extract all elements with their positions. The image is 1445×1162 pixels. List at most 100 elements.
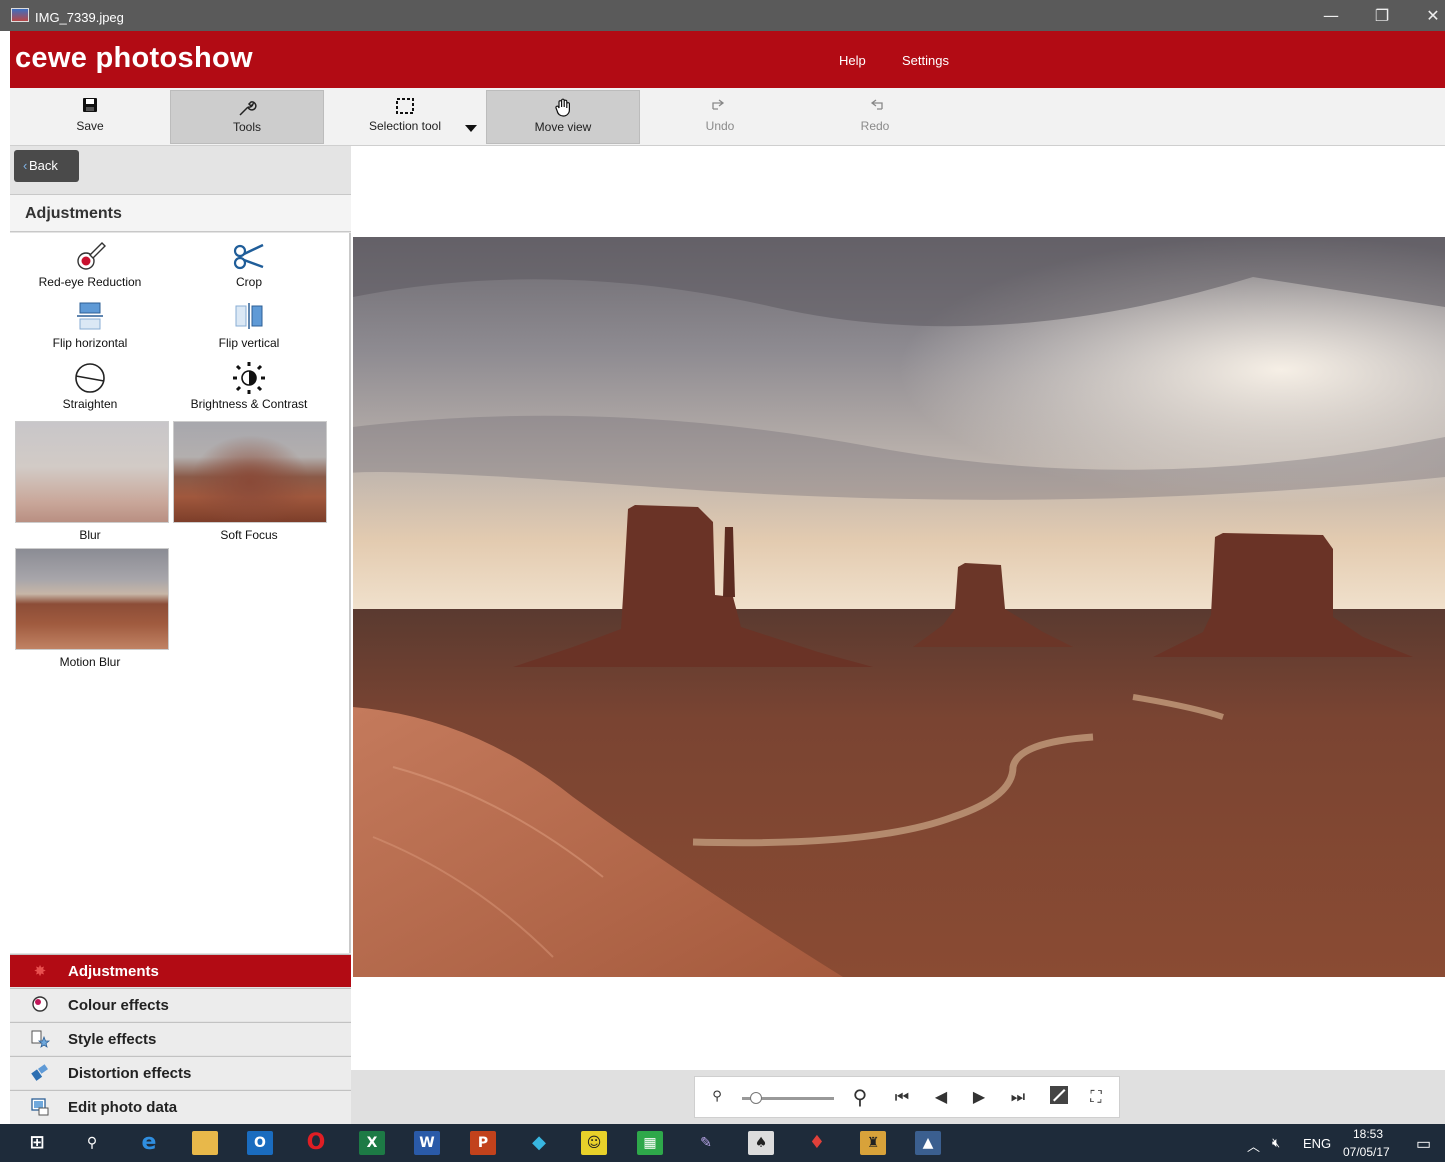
crop-label: Crop	[235, 275, 262, 289]
brightness-contrast-label: Brightness & Contrast	[190, 397, 308, 411]
settings-link[interactable]: Settings	[902, 53, 949, 68]
red-eye-icon	[11, 239, 169, 275]
style-star-icon	[30, 1029, 51, 1049]
tray-overflow-icon[interactable]: ︿	[1247, 1136, 1260, 1155]
hand-icon	[487, 98, 639, 117]
category-adjustments-label: Adjustments	[68, 963, 159, 980]
brightness-contrast-tool[interactable]: Brightness & Contrast	[170, 361, 328, 411]
edge-browser-icon[interactable]: e	[136, 1131, 162, 1155]
zoom-navigation-controls: ⚲ ⚲ ⏮ ◀ ▶ ⏭ ⛶	[694, 1076, 1120, 1118]
opera-icon[interactable]: O	[303, 1131, 329, 1155]
palette-icon	[30, 995, 50, 1015]
move-view-button[interactable]: Move view	[486, 90, 640, 144]
back-label: Back	[29, 158, 58, 173]
back-button[interactable]: ‹ Back	[14, 150, 79, 182]
tools-button[interactable]: Tools	[170, 90, 324, 144]
word-icon[interactable]: W	[414, 1131, 440, 1155]
category-edit-photo-data[interactable]: Edit photo data	[10, 1090, 351, 1124]
flip-horizontal-tool[interactable]: Flip horizontal	[11, 300, 169, 350]
card-app-icon[interactable]: ♠	[748, 1131, 774, 1155]
motion-blur-thumbnail[interactable]	[15, 548, 169, 650]
clock-time[interactable]: 18:53	[1353, 1127, 1383, 1141]
save-button[interactable]: Save	[13, 90, 167, 144]
bottom-bar: ⚲ ⚲ ⏮ ◀ ▶ ⏭ ⛶	[351, 1070, 1445, 1124]
minimize-button[interactable]: —	[1316, 4, 1346, 28]
category-style-effects[interactable]: Style effects	[10, 1022, 351, 1055]
category-distortion-effects[interactable]: Distortion effects	[10, 1056, 351, 1089]
straighten-tool[interactable]: Straighten	[11, 361, 169, 411]
brightness-icon	[170, 361, 328, 397]
volume-muted-icon[interactable]: 🔇︎	[1272, 1135, 1280, 1151]
straighten-label: Straighten	[62, 397, 118, 411]
zoom-slider-handle[interactable]	[750, 1092, 762, 1104]
flip-vertical-icon	[170, 300, 328, 336]
redo-button[interactable]: Redo	[798, 90, 952, 144]
photo-canvas[interactable]	[353, 237, 1445, 977]
os-taskbar: ⊞ ⚲ e O O X W P ◆ ☺ ▦ ✎ ♠ ♦ ♜ ▲ ︿ 🔇︎ ENG…	[0, 1124, 1445, 1162]
window-title: IMG_7339.jpeg	[35, 10, 124, 25]
windows-start-icon[interactable]: ⊞	[24, 1131, 50, 1155]
photo-data-icon	[30, 1097, 50, 1117]
left-panel: ‹ Back Adjustments Red-eye Reduction Cro…	[10, 146, 351, 1124]
undo-label: Undo	[705, 119, 735, 133]
grid-app-icon[interactable]: ▦	[637, 1131, 663, 1155]
tools-label: Tools	[232, 120, 261, 134]
straighten-icon	[11, 361, 169, 397]
chevron-down-icon[interactable]	[465, 125, 477, 132]
powerpoint-icon[interactable]: P	[470, 1131, 496, 1155]
category-colour-effects[interactable]: Colour effects	[10, 988, 351, 1021]
edit-photo-icon[interactable]	[1047, 1085, 1071, 1109]
selection-tool-button[interactable]: Selection tool	[328, 90, 482, 144]
cewe-photoshow-taskbar-icon[interactable]: ▲	[915, 1131, 941, 1155]
excel-icon[interactable]: X	[359, 1131, 385, 1155]
file-explorer-icon[interactable]	[192, 1131, 218, 1155]
category-adjustments[interactable]: ✸ Adjustments	[10, 954, 351, 987]
crop-tool[interactable]: Crop	[170, 239, 328, 289]
section-heading: Adjustments	[10, 194, 351, 232]
redo-label: Redo	[860, 119, 890, 133]
category-distortion-effects-label: Distortion effects	[68, 1065, 192, 1082]
scissors-icon	[170, 239, 328, 275]
blur-thumbnail[interactable]	[15, 421, 169, 523]
redo-icon	[798, 97, 952, 115]
brand-bar: cewe photoshow Help Settings	[10, 31, 1445, 88]
tools-grid: Red-eye Reduction Crop Flip horizontal F…	[10, 233, 351, 953]
red-eye-reduction-tool[interactable]: Red-eye Reduction	[11, 239, 169, 289]
red-app-icon[interactable]: ♦	[804, 1131, 830, 1155]
zoom-out-icon[interactable]: ⚲	[705, 1085, 729, 1109]
red-eye-reduction-label: Red-eye Reduction	[38, 275, 142, 289]
flip-vertical-label: Flip vertical	[218, 336, 280, 350]
gem-app-icon[interactable]: ◆	[526, 1131, 552, 1155]
fullscreen-icon[interactable]: ⛶	[1084, 1085, 1108, 1109]
undo-button[interactable]: Undo	[643, 90, 797, 144]
zoom-in-icon[interactable]: ⚲	[848, 1085, 872, 1109]
selection-tool-label: Selection tool	[368, 119, 442, 133]
help-link[interactable]: Help	[839, 53, 866, 68]
smiley-app-icon[interactable]: ☺	[581, 1131, 607, 1155]
notifications-icon[interactable]: ▭	[1416, 1134, 1431, 1154]
outlook-icon[interactable]: O	[247, 1131, 273, 1155]
pen-app-icon[interactable]: ✎	[693, 1131, 719, 1155]
language-indicator[interactable]: ENG	[1303, 1136, 1331, 1151]
game-app-icon[interactable]: ♜	[860, 1131, 886, 1155]
category-colour-effects-label: Colour effects	[68, 997, 169, 1014]
last-photo-icon[interactable]: ⏭	[1006, 1085, 1030, 1109]
close-button[interactable]: ✕	[1418, 4, 1445, 28]
soft-focus-thumbnail[interactable]	[173, 421, 327, 523]
flip-horizontal-label: Flip horizontal	[52, 336, 128, 350]
landscape-photo	[353, 237, 1445, 977]
brand-logo: cewe photoshow	[15, 42, 253, 74]
move-view-label: Move view	[534, 120, 592, 134]
next-photo-icon[interactable]: ▶	[967, 1085, 991, 1109]
clock-date[interactable]: 07/05/17	[1343, 1145, 1390, 1159]
first-photo-icon[interactable]: ⏮	[890, 1085, 914, 1109]
main-toolbar: Save Tools Selection tool Move view Undo…	[10, 88, 1445, 146]
restore-button[interactable]: ❐	[1367, 4, 1397, 28]
previous-photo-icon[interactable]: ◀	[929, 1085, 953, 1109]
category-edit-photo-data-label: Edit photo data	[68, 1099, 178, 1116]
save-label: Save	[76, 119, 104, 133]
soft-focus-label: Soft Focus	[220, 528, 278, 542]
search-icon[interactable]: ⚲	[79, 1131, 105, 1155]
flip-vertical-tool[interactable]: Flip vertical	[170, 300, 328, 350]
distortion-icon	[30, 1063, 50, 1083]
